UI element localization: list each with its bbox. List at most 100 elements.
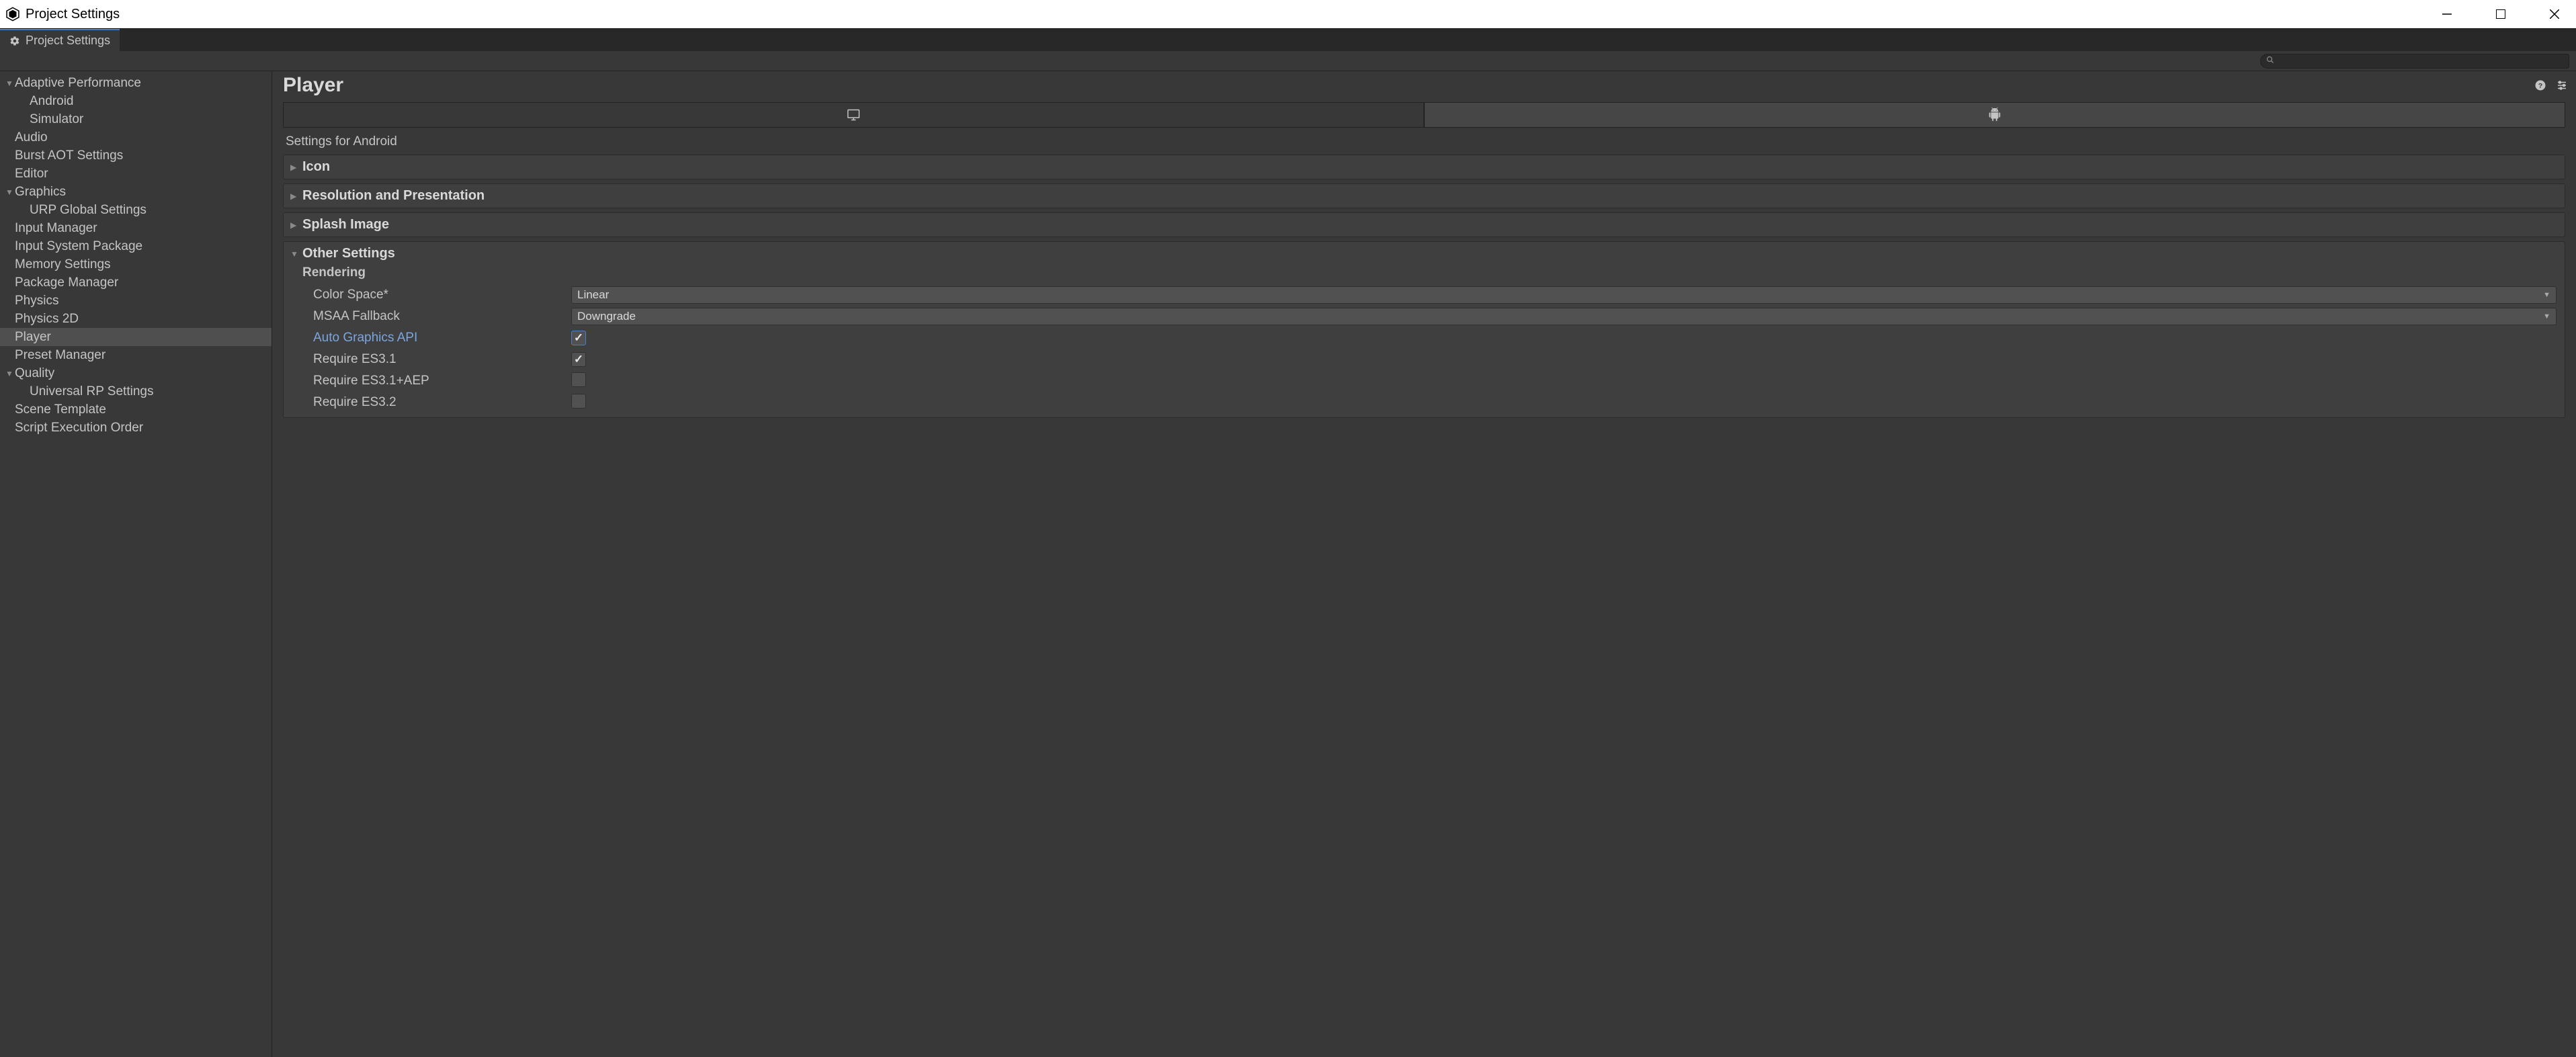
sidebar-item-scene-template[interactable]: ▶Scene Template [0,400,272,419]
sidebar-item-label: Preset Manager [15,348,106,363]
sidebar-item-physics-2d[interactable]: ▶Physics 2D [0,310,272,328]
dropdown-msaa-fallback[interactable]: Downgrade ▼ [571,308,2557,325]
field-label: Require ES3.1 [302,352,571,367]
foldout-title: Resolution and Presentation [302,188,485,204]
field-auto-graphics-api: Auto Graphics API ✓ [302,327,2558,349]
dropdown-color-space[interactable]: Linear ▼ [571,286,2557,304]
field-msaa-fallback: MSAA Fallback Downgrade ▼ [302,306,2558,327]
field-color-space: Color Space* Linear ▼ [302,284,2558,306]
sidebar-item-label: Adaptive Performance [15,76,141,91]
field-require-es32: Require ES3.2 [302,392,2558,413]
search-box[interactable] [2260,54,2569,69]
foldout-header[interactable]: ▶Splash Image [290,217,2558,232]
sidebar-item-label: Package Manager [15,276,118,290]
field-label: Color Space* [302,288,571,302]
sidebar-item-simulator[interactable]: ▶Simulator [0,110,272,128]
section-label-rendering: Rendering [302,265,2558,280]
sidebar-item-editor[interactable]: ▶Editor [0,165,272,183]
help-icon[interactable]: ? [2533,78,2548,93]
checkbox-require-es32[interactable] [571,394,586,409]
chevron-down-icon: ▼ [4,187,15,197]
field-label: Auto Graphics API [302,331,571,345]
sidebar-item-label: Editor [15,167,48,181]
android-icon [1987,108,2002,122]
sidebar-item-package-manager[interactable]: ▶Package Manager [0,273,272,292]
chevron-down-icon: ▼ [2543,291,2550,299]
sidebar-item-player[interactable]: ▶Player [0,328,272,346]
foldout-title: Icon [302,159,330,175]
sidebar-item-label: Audio [15,130,48,145]
sidebar-item-label: Android [30,94,74,109]
sidebar-item-script-execution-order[interactable]: ▶Script Execution Order [0,419,272,437]
sidebar-item-label: Memory Settings [15,257,111,272]
sidebar-item-label: Script Execution Order [15,421,143,435]
sidebar-item-label: Graphics [15,185,66,200]
settings-sidebar: ▼Adaptive Performance▶Android▶Simulator▶… [0,71,272,1057]
sidebar-item-graphics[interactable]: ▼Graphics [0,183,272,201]
field-label: MSAA Fallback [302,309,571,324]
foldout-icon: ▶Icon [283,155,2565,179]
foldout-header-other-settings[interactable]: ▼ Other Settings [290,246,2558,261]
foldout-splash-image: ▶Splash Image [283,212,2565,237]
sidebar-item-preset-manager[interactable]: ▶Preset Manager [0,346,272,364]
search-input[interactable] [2278,56,2563,67]
tab-project-settings[interactable]: Project Settings [0,29,120,51]
sidebar-item-memory-settings[interactable]: ▶Memory Settings [0,255,272,273]
sidebar-item-label: Player [15,330,51,345]
sidebar-item-label: Physics 2D [15,312,79,327]
foldout-other-settings: ▼ Other Settings Rendering Color Space* … [283,241,2565,418]
foldout-resolution-and-presentation: ▶Resolution and Presentation [283,183,2565,208]
page-title: Player [283,74,2526,97]
monitor-icon [845,108,862,122]
chevron-down-icon: ▼ [2543,312,2550,321]
checkbox-require-es31[interactable]: ✓ [571,352,586,367]
window-maximize-button[interactable] [2485,0,2517,28]
platform-tab-desktop[interactable] [283,102,1424,128]
sidebar-item-audio[interactable]: ▶Audio [0,128,272,146]
sidebar-item-physics[interactable]: ▶Physics [0,292,272,310]
window-minimize-button[interactable] [2431,0,2463,28]
svg-text:?: ? [2538,82,2542,90]
platform-subheading: Settings for Android [286,134,2569,149]
chevron-right-icon: ▶ [290,163,302,172]
tab-label: Project Settings [26,34,110,48]
window-title: Project Settings [26,7,120,22]
sidebar-item-label: Physics [15,294,58,308]
chevron-down-icon: ▼ [4,369,15,378]
sidebar-item-universal-rp-settings[interactable]: ▶Universal RP Settings [0,382,272,400]
platform-tabs [283,102,2565,128]
chevron-right-icon: ▶ [290,220,302,230]
gear-icon [9,36,20,46]
sidebar-item-burst-aot-settings[interactable]: ▶Burst AOT Settings [0,146,272,165]
unity-logo-icon [5,7,20,22]
sidebar-item-label: Universal RP Settings [30,384,153,399]
field-label: Require ES3.2 [302,395,571,410]
checkbox-require-es31aep[interactable] [571,372,586,387]
foldout-header[interactable]: ▶Resolution and Presentation [290,188,2558,204]
sidebar-item-label: Burst AOT Settings [15,149,123,163]
field-require-es31: Require ES3.1 ✓ [302,349,2558,370]
foldout-title: Splash Image [302,217,389,232]
window-close-button[interactable] [2538,0,2571,28]
foldout-header[interactable]: ▶Icon [290,159,2558,175]
platform-tab-android[interactable] [1424,102,2565,128]
settings-content: Player ? Settings for Android ▶Icon▶Reso… [272,71,2576,1057]
toolbar [0,51,2576,71]
tab-strip: Project Settings [0,28,2576,51]
sidebar-item-label: Quality [15,366,54,381]
sidebar-item-adaptive-performance[interactable]: ▼Adaptive Performance [0,74,272,92]
sidebar-item-quality[interactable]: ▼Quality [0,364,272,382]
sidebar-item-label: URP Global Settings [30,203,147,218]
sidebar-item-urp-global-settings[interactable]: ▶URP Global Settings [0,201,272,219]
field-require-es31aep: Require ES3.1+AEP [302,370,2558,392]
settings-preset-icon[interactable] [2554,78,2569,93]
chevron-down-icon: ▼ [4,79,15,88]
sidebar-item-label: Input Manager [15,221,97,236]
checkbox-auto-graphics-api[interactable]: ✓ [571,331,586,345]
sidebar-item-label: Scene Template [15,403,106,417]
sidebar-item-android[interactable]: ▶Android [0,92,272,110]
sidebar-item-input-manager[interactable]: ▶Input Manager [0,219,272,237]
chevron-right-icon: ▶ [290,192,302,201]
search-icon [2266,56,2274,66]
sidebar-item-input-system-package[interactable]: ▶Input System Package [0,237,272,255]
